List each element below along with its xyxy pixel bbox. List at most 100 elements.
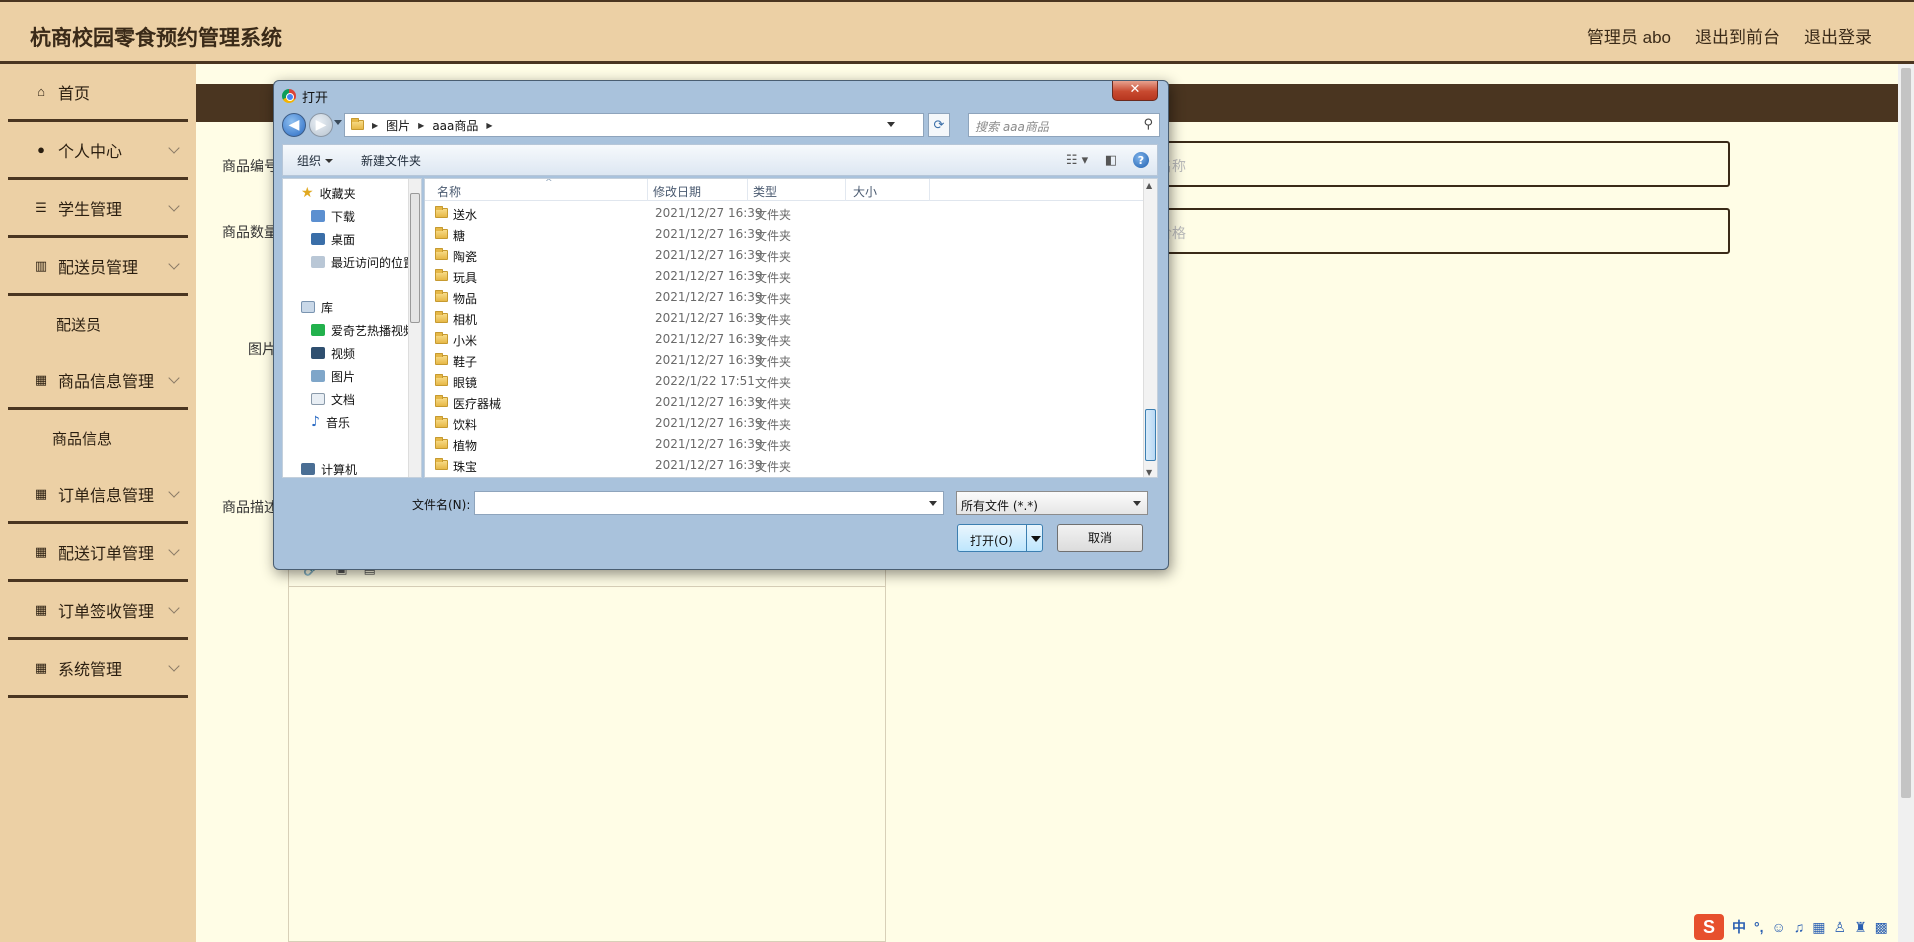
file-row[interactable]: 小米 2021/12/27 16:39 文件夹	[425, 329, 1145, 350]
file-type: 文件夹	[755, 334, 792, 348]
open-options-dropdown-icon[interactable]	[1031, 536, 1041, 542]
view-options-icon[interactable]: ☷ ▾	[1065, 149, 1089, 171]
exit-to-frontend-link[interactable]: 退出到前台	[1695, 23, 1780, 48]
star-icon: ★	[301, 185, 314, 201]
column-divider[interactable]	[747, 179, 748, 201]
nav-item-documents[interactable]: 文档	[311, 389, 355, 409]
logout-link[interactable]: 退出登录	[1804, 23, 1872, 48]
product-name-input[interactable]: 名称	[1146, 141, 1730, 187]
nav-item-music[interactable]: ♪ 音乐	[311, 412, 350, 432]
nav-item-desktop[interactable]: 桌面	[311, 229, 355, 249]
keyboard-icon[interactable]: ▦	[1812, 919, 1825, 936]
microphone-icon[interactable]: ♫	[1794, 919, 1805, 935]
file-row[interactable]: 植物 2021/12/27 16:39 文件夹	[425, 434, 1145, 455]
address-dropdown-icon[interactable]	[887, 122, 895, 127]
back-arrow-icon[interactable]: ◀	[282, 113, 306, 137]
nav-item-downloads[interactable]: 下载	[311, 206, 355, 226]
file-row[interactable]: 玩具 2021/12/27 16:39 文件夹	[425, 266, 1145, 287]
recent-locations-dropdown[interactable]	[334, 120, 342, 125]
nav-favorites[interactable]: ★ 收藏夹	[301, 183, 356, 203]
nav-pane-scrollbar-thumb[interactable]	[410, 193, 420, 323]
file-row[interactable]: 珠宝 2021/12/27 16:39 文件夹	[425, 455, 1145, 476]
chevron-down-icon	[168, 258, 180, 270]
sidebar-item-product-management[interactable]: ▦ 商品信息管理	[8, 352, 188, 410]
file-list-scrollbar-thumb[interactable]	[1145, 409, 1156, 461]
file-row[interactable]: 饮料 2021/12/27 16:39 文件夹	[425, 413, 1145, 434]
file-type-select[interactable]: 所有文件 (*.*)	[956, 491, 1148, 515]
column-divider[interactable]	[929, 179, 930, 201]
sidebar-subitem-product-info[interactable]: 商品信息	[8, 410, 188, 466]
product-price-input[interactable]: 价格	[1146, 208, 1730, 254]
app-header: 杭商校园零食预约管理系统 管理员 abo 退出到前台 退出登录	[0, 0, 1914, 64]
breadcrumb-arrow-icon[interactable]: ▶	[486, 121, 492, 130]
breadcrumb-arrow-icon[interactable]: ▶	[418, 121, 424, 130]
column-divider[interactable]	[647, 179, 648, 201]
user-icon[interactable]: ♙	[1834, 919, 1847, 936]
refresh-icon[interactable]: ⟳	[928, 113, 950, 137]
page-scrollbar[interactable]	[1898, 64, 1914, 942]
sidebar-item-courier-management[interactable]: ▥ 配送员管理	[8, 238, 188, 296]
column-size[interactable]: 大小	[853, 183, 877, 200]
search-icon[interactable]: ⚲	[1143, 117, 1153, 132]
nav-libraries[interactable]: 库	[301, 297, 333, 317]
breadcrumb-arrow-icon[interactable]: ▶	[372, 121, 378, 130]
organize-button[interactable]: 组织	[283, 152, 347, 169]
dialog-close-button[interactable]: ✕	[1112, 81, 1158, 101]
filename-input[interactable]	[474, 491, 944, 515]
file-row[interactable]: 糖 2021/12/27 16:39 文件夹	[425, 224, 1145, 245]
file-row[interactable]: 相机 2021/12/27 16:39 文件夹	[425, 308, 1145, 329]
sidebar-item-delivery-order-management[interactable]: ▦ 配送订单管理	[8, 524, 188, 582]
nav-item-iqiyi-videos[interactable]: 爱奇艺热播视频	[311, 320, 415, 340]
file-row[interactable]: 医疗器械 2021/12/27 16:39 文件夹	[425, 392, 1145, 413]
skin-icon[interactable]: ♜	[1854, 919, 1867, 936]
sidebar-item-student-management[interactable]: ☰ 学生管理	[8, 180, 188, 238]
file-row[interactable]: 鞋子 2021/12/27 16:39 文件夹	[425, 350, 1145, 371]
column-divider[interactable]	[845, 179, 846, 201]
sidebar-item-label: 首页	[58, 85, 91, 103]
column-type[interactable]: 类型	[753, 183, 777, 200]
sidebar-item-personal-center[interactable]: ● 个人中心	[8, 122, 188, 180]
sidebar-item-home[interactable]: ⌂ 首页	[8, 64, 188, 122]
file-list-scrollbar[interactable]: ▲ ▼	[1143, 179, 1157, 477]
scroll-down-icon[interactable]: ▼	[1146, 468, 1152, 477]
chevron-down-icon	[168, 660, 180, 672]
nav-label: 库	[321, 300, 334, 315]
ime-mode-toggle[interactable]: 中	[1732, 917, 1746, 937]
sidebar-item-order-management[interactable]: ▦ 订单信息管理	[8, 466, 188, 524]
preview-pane-icon[interactable]: ◧	[1099, 149, 1123, 171]
nav-pane-scrollbar[interactable]	[408, 179, 421, 477]
column-date[interactable]: 修改日期	[653, 183, 701, 200]
emoji-icon[interactable]: ☺	[1772, 919, 1786, 935]
sidebar-item-order-receipt-management[interactable]: ▦ 订单签收管理	[8, 582, 188, 640]
column-name[interactable]: 名称	[437, 183, 461, 200]
nav-computer[interactable]: 计算机	[301, 459, 357, 477]
search-input[interactable]: 搜索 aaa商品 ⚲	[968, 113, 1160, 137]
punctuation-icon[interactable]: °,	[1754, 919, 1764, 935]
breadcrumb-item[interactable]: aaa商品	[432, 117, 478, 134]
description-editor[interactable]: 🔗 ▣ ▤	[288, 554, 886, 942]
nav-item-pictures[interactable]: 图片	[311, 366, 355, 386]
breadcrumb-item[interactable]: 图片	[386, 117, 410, 134]
menu-icon: ☰	[35, 199, 47, 215]
forward-arrow-icon[interactable]: ▶	[309, 113, 333, 137]
new-folder-button[interactable]: 新建文件夹	[347, 152, 435, 169]
sogou-ime-icon[interactable]: S	[1694, 914, 1724, 940]
address-bar[interactable]: ▶ 图片 ▶ aaa商品 ▶	[344, 113, 924, 137]
chevron-down-icon	[168, 372, 180, 384]
nav-item-recent-places[interactable]: 最近访问的位置	[311, 252, 415, 272]
cancel-button[interactable]: 取消	[1057, 524, 1143, 552]
admin-user-link[interactable]: 管理员 abo	[1587, 23, 1671, 48]
folder-icon	[435, 206, 448, 218]
scroll-up-icon[interactable]: ▲	[1146, 181, 1152, 190]
sidebar-subitem-courier[interactable]: 配送员	[8, 296, 188, 352]
file-row[interactable]: 陶瓷 2021/12/27 16:39 文件夹	[425, 245, 1145, 266]
page-scrollbar-thumb[interactable]	[1901, 68, 1911, 798]
file-row[interactable]: 物品 2021/12/27 16:39 文件夹	[425, 287, 1145, 308]
open-button[interactable]: 打开(O)	[957, 524, 1043, 552]
help-icon[interactable]: ?	[1133, 152, 1149, 168]
file-row[interactable]: 眼镜 2022/1/22 17:51 文件夹	[425, 371, 1145, 392]
nav-item-videos[interactable]: 视频	[311, 343, 355, 363]
file-row[interactable]: 送水 2021/12/27 16:39 文件夹	[425, 203, 1145, 224]
toolbox-icon[interactable]: ▩	[1875, 919, 1888, 936]
sidebar-item-system-management[interactable]: ▦ 系统管理	[8, 640, 188, 698]
